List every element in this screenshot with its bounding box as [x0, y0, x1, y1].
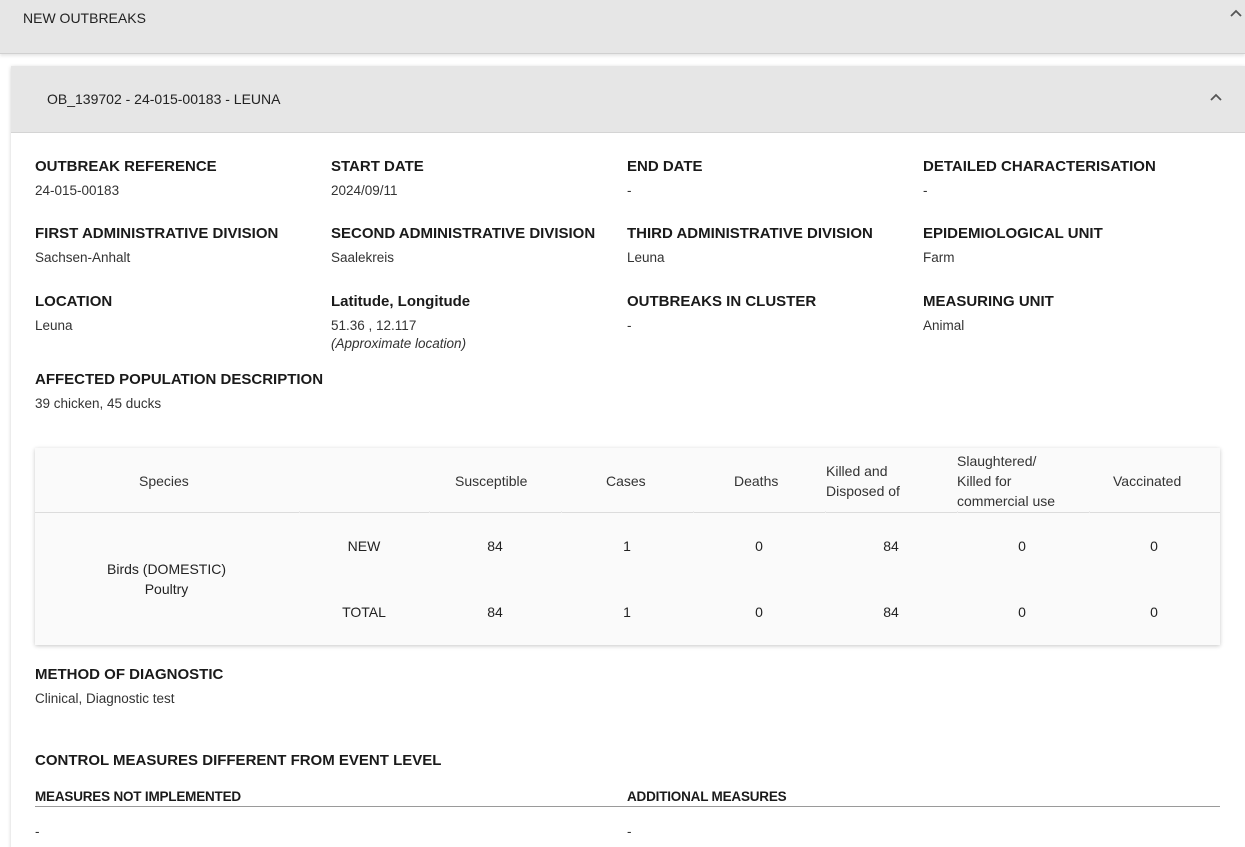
header-deaths: Deaths — [734, 473, 779, 489]
field-label: OUTBREAKS IN CLUSTER — [627, 293, 817, 310]
field-value: 24-015-00183 — [35, 183, 120, 198]
new-outbreaks-section-header[interactable]: NEW OUTBREAKS — [0, 0, 1245, 54]
field-label: MEASURING UNIT — [923, 293, 1054, 310]
field-value: 2024/09/11 — [331, 183, 398, 198]
measures-not-implemented-value: - — [35, 824, 40, 839]
cell-cases: 1 — [623, 604, 631, 620]
field-value: Sachsen-Anhalt — [35, 250, 131, 265]
field-value: - — [627, 318, 632, 333]
row-type: NEW — [347, 538, 381, 554]
field-affected-population: AFFECTED POPULATION DESCRIPTION 39 chick… — [35, 371, 535, 411]
field-label: AFFECTED POPULATION DESCRIPTION — [35, 371, 324, 388]
additional-measures-label: ADDITIONAL MEASURES — [627, 789, 787, 804]
outbreak-title: OB_139702 - 24-015-00183 - LEUNA — [47, 91, 281, 107]
cell-deaths: 0 — [755, 538, 763, 554]
field-value: - — [627, 183, 632, 198]
field-label: EPIDEMIOLOGICAL UNIT — [923, 225, 1103, 242]
field-label: DETAILED CHARACTERISATION — [923, 158, 1156, 175]
header-cases: Cases — [606, 473, 646, 489]
field-label: THIRD ADMINISTRATIVE DIVISION — [627, 225, 873, 242]
field-outbreaks-in-cluster: OUTBREAKS IN CLUSTER - — [627, 293, 917, 333]
field-value: Clinical, Diagnostic test — [35, 691, 175, 706]
header-slaughtered-line3: commercial use — [957, 493, 1056, 509]
header-slaughtered-line2: Killed for — [957, 473, 1012, 489]
species-table: Species Susceptible Cases Deaths Killed … — [35, 448, 1220, 645]
cell-vaccinated: 0 — [1150, 604, 1158, 620]
field-label: END DATE — [627, 158, 703, 175]
field-label: LOCATION — [35, 293, 113, 310]
field-value: Saalekreis — [331, 250, 395, 265]
measures-not-implemented-label: MEASURES NOT IMPLEMENTED — [35, 789, 241, 804]
field-value: Leuna — [627, 250, 665, 265]
field-label: SECOND ADMINISTRATIVE DIVISION — [331, 225, 596, 242]
cell-slaughtered: 0 — [1018, 538, 1026, 554]
cell-killed: 84 — [883, 604, 899, 620]
approximate-location-note: (Approximate location) — [331, 336, 467, 351]
field-end-date: END DATE - — [627, 158, 917, 198]
header-killed-line1: Killed and — [826, 463, 888, 479]
field-label: OUTBREAK REFERENCE — [35, 158, 217, 175]
field-third-admin-division: THIRD ADMINISTRATIVE DIVISION Leuna — [627, 225, 917, 265]
cell-killed: 84 — [883, 538, 899, 554]
additional-measures-value: - — [627, 824, 632, 839]
cell-susceptible: 84 — [487, 538, 503, 554]
field-location: LOCATION Leuna — [35, 293, 325, 333]
field-value: - — [923, 183, 928, 198]
header-species: Species — [139, 473, 189, 489]
row-type: TOTAL — [342, 604, 386, 620]
cell-deaths: 0 — [755, 604, 763, 620]
cell-cases: 1 — [623, 538, 631, 554]
field-epidemiological-unit: EPIDEMIOLOGICAL UNIT Farm — [923, 225, 1213, 265]
field-value: Animal — [923, 318, 965, 333]
species-name-line2: Poultry — [144, 581, 189, 597]
field-label: START DATE — [331, 158, 424, 175]
divider — [35, 806, 1220, 807]
field-measuring-unit: MEASURING UNIT Animal — [923, 293, 1213, 333]
header-killed-line2: Disposed of — [826, 483, 900, 499]
field-lat-long: Latitude, Longitude 51.36 , 12.117 (Appr… — [331, 293, 621, 351]
outbreak-panel: OB_139702 - 24-015-00183 - LEUNA OUTBREA… — [11, 66, 1245, 847]
field-value: Farm — [923, 250, 955, 265]
section-title: NEW OUTBREAKS — [23, 10, 146, 26]
outbreak-panel-header[interactable]: OB_139702 - 24-015-00183 - LEUNA — [11, 66, 1245, 133]
header-susceptible: Susceptible — [455, 473, 528, 489]
species-name-line1: Birds (DOMESTIC) — [107, 561, 226, 577]
field-value: 39 chicken, 45 ducks — [35, 396, 162, 411]
field-second-admin-division: SECOND ADMINISTRATIVE DIVISION Saalekrei… — [331, 225, 621, 265]
field-outbreak-reference: OUTBREAK REFERENCE 24-015-00183 — [35, 158, 325, 198]
chevron-up-icon[interactable] — [1209, 90, 1223, 104]
field-start-date: START DATE 2024/09/11 — [331, 158, 621, 198]
field-value: Leuna — [35, 318, 73, 333]
cell-slaughtered: 0 — [1018, 604, 1026, 620]
field-label: Latitude, Longitude — [331, 293, 471, 310]
field-label: METHOD OF DIAGNOSTIC — [35, 666, 224, 683]
table-header: Species Susceptible Cases Deaths Killed … — [35, 448, 1220, 513]
field-detailed-characterisation: DETAILED CHARACTERISATION - — [923, 158, 1213, 198]
field-method-of-diagnostic: METHOD OF DIAGNOSTIC Clinical, Diagnosti… — [35, 666, 535, 706]
control-measures-title: CONTROL MEASURES DIFFERENT FROM EVENT LE… — [35, 752, 442, 769]
field-first-admin-division: FIRST ADMINISTRATIVE DIVISION Sachsen-An… — [35, 225, 325, 265]
field-label: FIRST ADMINISTRATIVE DIVISION — [35, 225, 279, 242]
field-value: 51.36 , 12.117 — [331, 318, 417, 333]
cell-susceptible: 84 — [487, 604, 503, 620]
cell-vaccinated: 0 — [1150, 538, 1158, 554]
header-vaccinated: Vaccinated — [1113, 473, 1182, 489]
header-slaughtered-line1: Slaughtered/ — [957, 453, 1037, 469]
chevron-up-icon[interactable] — [1229, 6, 1243, 20]
